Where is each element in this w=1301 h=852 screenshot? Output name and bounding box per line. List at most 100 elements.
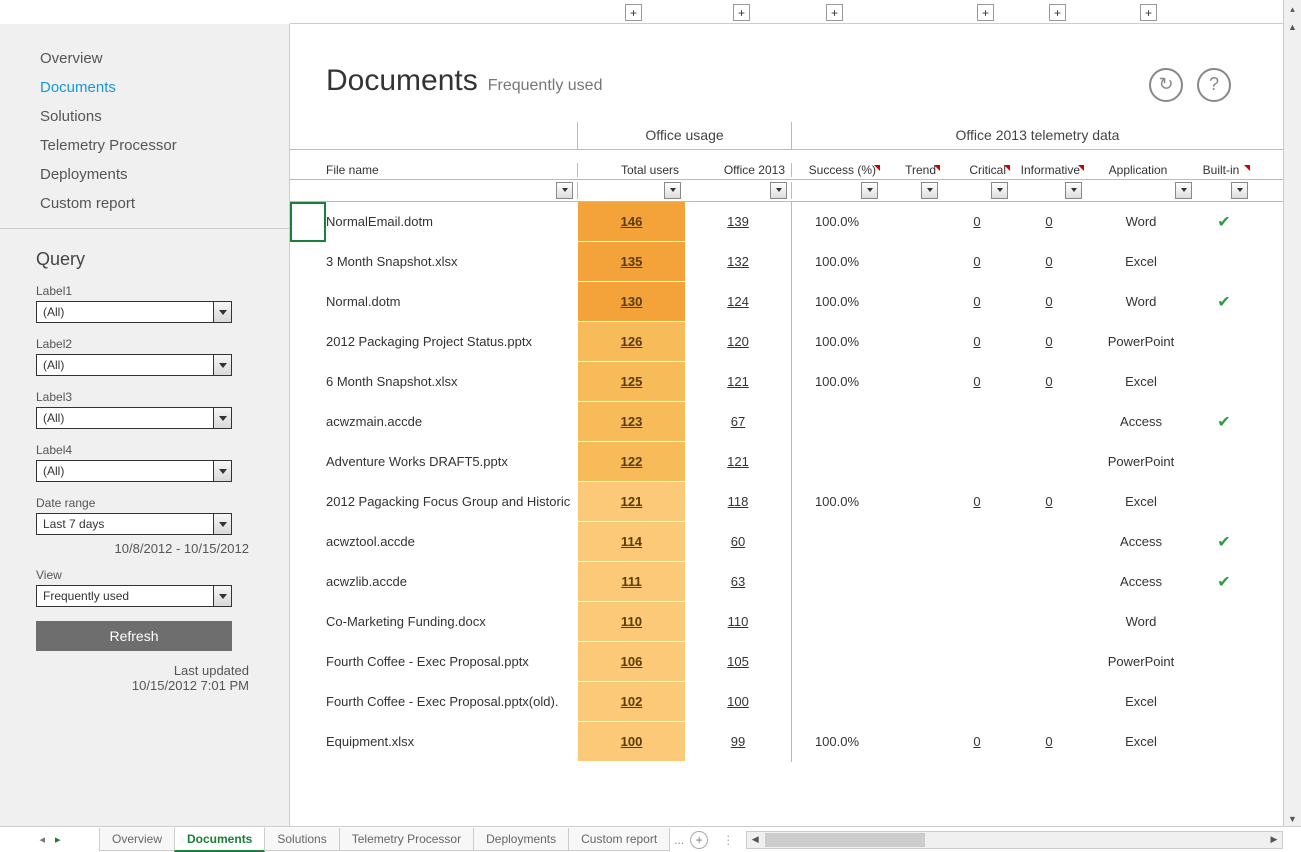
cell-total-users[interactable]: 100 xyxy=(578,722,685,762)
col-built-in[interactable]: Built-in xyxy=(1196,163,1252,177)
nav-custom-report[interactable]: Custom report xyxy=(0,189,289,218)
table-row[interactable]: NormalEmail.dotm146139100.0%00Word✔ xyxy=(290,202,1283,242)
filter-button[interactable] xyxy=(861,182,878,199)
scroll-right-button[interactable]: ▶ xyxy=(1266,834,1282,845)
table-row[interactable]: Fourth Coffee - Exec Proposal.pptx106105… xyxy=(290,642,1283,682)
query-select-label1[interactable]: (All) xyxy=(36,301,232,323)
sheet-tab-telemetry-processor[interactable]: Telemetry Processor xyxy=(339,828,474,851)
cell-informative[interactable]: 0 xyxy=(1012,282,1086,322)
sheet-tab-documents[interactable]: Documents xyxy=(174,827,265,852)
cell-critical[interactable]: 0 xyxy=(942,722,1012,762)
cell-office-2013[interactable]: 121 xyxy=(685,362,792,402)
expand-group-button[interactable]: + xyxy=(1140,4,1157,21)
table-row[interactable]: acwztool.accde11460Access✔ xyxy=(290,522,1283,562)
cell-office-2013[interactable]: 120 xyxy=(685,322,792,362)
cell-total-users[interactable]: 106 xyxy=(578,642,685,682)
filter-button[interactable] xyxy=(1065,182,1082,199)
add-sheet-button[interactable]: + xyxy=(690,831,708,849)
sheet-tab-solutions[interactable]: Solutions xyxy=(264,828,339,851)
cell-critical[interactable]: 0 xyxy=(942,202,1012,242)
scroll-up-button[interactable]: ▲ xyxy=(1284,18,1301,36)
table-row[interactable]: Fourth Coffee - Exec Proposal.pptx(old).… xyxy=(290,682,1283,722)
table-row[interactable]: acwzlib.accde11163Access✔ xyxy=(290,562,1283,602)
expand-group-button[interactable]: + xyxy=(1049,4,1066,21)
nav-deployments[interactable]: Deployments xyxy=(0,160,289,189)
cell-informative[interactable]: 0 xyxy=(1012,482,1086,522)
sheet-tab-deployments[interactable]: Deployments xyxy=(473,828,569,851)
cell-critical[interactable]: 0 xyxy=(942,362,1012,402)
horizontal-scrollbar[interactable]: ◀ ▶ xyxy=(746,831,1283,849)
col-total-users[interactable]: Total users xyxy=(578,163,685,177)
query-select-label3[interactable]: (All) xyxy=(36,407,232,429)
cell-total-users[interactable]: 125 xyxy=(578,362,685,402)
col-file-name[interactable]: File name xyxy=(326,163,578,177)
cell-critical[interactable]: 0 xyxy=(942,482,1012,522)
cell-office-2013[interactable]: 121 xyxy=(685,442,792,482)
filter-button[interactable] xyxy=(556,182,573,199)
filter-button[interactable] xyxy=(921,182,938,199)
filter-button[interactable] xyxy=(664,182,681,199)
refresh-button[interactable]: Refresh xyxy=(36,621,232,651)
cell-critical[interactable]: 0 xyxy=(942,322,1012,362)
col-success[interactable]: Success (%) xyxy=(792,163,882,177)
cell-informative[interactable]: 0 xyxy=(1012,202,1086,242)
cell-office-2013[interactable]: 67 xyxy=(685,402,792,442)
scrollbar-thumb[interactable] xyxy=(765,833,925,847)
expand-group-button[interactable]: + xyxy=(977,4,994,21)
cell-total-users[interactable]: 135 xyxy=(578,242,685,282)
table-row[interactable]: Normal.dotm130124100.0%00Word✔ xyxy=(290,282,1283,322)
col-informative[interactable]: Informative xyxy=(1012,163,1086,177)
cell-total-users[interactable]: 114 xyxy=(578,522,685,562)
refresh-icon[interactable]: ↻ xyxy=(1149,68,1183,102)
nav-telemetry-processor[interactable]: Telemetry Processor xyxy=(0,131,289,160)
query-select-date[interactable]: Last 7 days xyxy=(36,513,232,535)
expand-group-button[interactable]: + xyxy=(625,4,642,21)
table-row[interactable]: 6 Month Snapshot.xlsx125121100.0%00Excel xyxy=(290,362,1283,402)
help-icon[interactable]: ? xyxy=(1197,68,1231,102)
sheet-tab-overview[interactable]: Overview xyxy=(99,828,175,851)
table-row[interactable]: acwzmain.accde12367Access✔ xyxy=(290,402,1283,442)
expand-group-button[interactable]: + xyxy=(733,4,750,21)
cell-total-users[interactable]: 130 xyxy=(578,282,685,322)
nav-overview[interactable]: Overview xyxy=(0,44,289,73)
filter-button[interactable] xyxy=(1175,182,1192,199)
cell-total-users[interactable]: 123 xyxy=(578,402,685,442)
table-row[interactable]: Co-Marketing Funding.docx110110Word xyxy=(290,602,1283,642)
cell-office-2013[interactable]: 99 xyxy=(685,722,792,762)
cell-office-2013[interactable]: 110 xyxy=(685,602,792,642)
nav-documents[interactable]: Documents xyxy=(0,73,289,102)
scroll-up-button[interactable]: ▴ xyxy=(1284,0,1301,18)
cell-office-2013[interactable]: 105 xyxy=(685,642,792,682)
table-row[interactable]: 2012 Pagacking Focus Group and Historic1… xyxy=(290,482,1283,522)
cell-informative[interactable]: 0 xyxy=(1012,362,1086,402)
cell-informative[interactable]: 0 xyxy=(1012,242,1086,282)
cell-office-2013[interactable]: 118 xyxy=(685,482,792,522)
expand-group-button[interactable]: + xyxy=(826,4,843,21)
scroll-left-button[interactable]: ◀ xyxy=(747,834,763,845)
query-select-view[interactable]: Frequently used xyxy=(36,585,232,607)
cell-total-users[interactable]: 121 xyxy=(578,482,685,522)
sheet-more-icon[interactable]: ... xyxy=(674,833,684,847)
table-row[interactable]: Equipment.xlsx10099100.0%00Excel xyxy=(290,722,1283,762)
cell-office-2013[interactable]: 124 xyxy=(685,282,792,322)
cell-critical[interactable]: 0 xyxy=(942,282,1012,322)
cell-total-users[interactable]: 122 xyxy=(578,442,685,482)
sheet-tab-custom-report[interactable]: Custom report xyxy=(568,828,670,851)
nav-solutions[interactable]: Solutions xyxy=(0,102,289,131)
cell-total-users[interactable]: 110 xyxy=(578,602,685,642)
col-critical[interactable]: Critical xyxy=(942,163,1012,177)
table-row[interactable]: 3 Month Snapshot.xlsx135132100.0%00Excel xyxy=(290,242,1283,282)
cell-total-users[interactable]: 111 xyxy=(578,562,685,602)
cell-office-2013[interactable]: 63 xyxy=(685,562,792,602)
cell-critical[interactable]: 0 xyxy=(942,242,1012,282)
table-row[interactable]: 2012 Packaging Project Status.pptx126120… xyxy=(290,322,1283,362)
cell-total-users[interactable]: 102 xyxy=(578,682,685,722)
cell-office-2013[interactable]: 139 xyxy=(685,202,792,242)
query-select-label4[interactable]: (All) xyxy=(36,460,232,482)
cell-office-2013[interactable]: 60 xyxy=(685,522,792,562)
cell-informative[interactable]: 0 xyxy=(1012,322,1086,362)
col-application[interactable]: Application xyxy=(1086,163,1196,177)
query-select-label2[interactable]: (All) xyxy=(36,354,232,376)
filter-button[interactable] xyxy=(991,182,1008,199)
cell-total-users[interactable]: 126 xyxy=(578,322,685,362)
